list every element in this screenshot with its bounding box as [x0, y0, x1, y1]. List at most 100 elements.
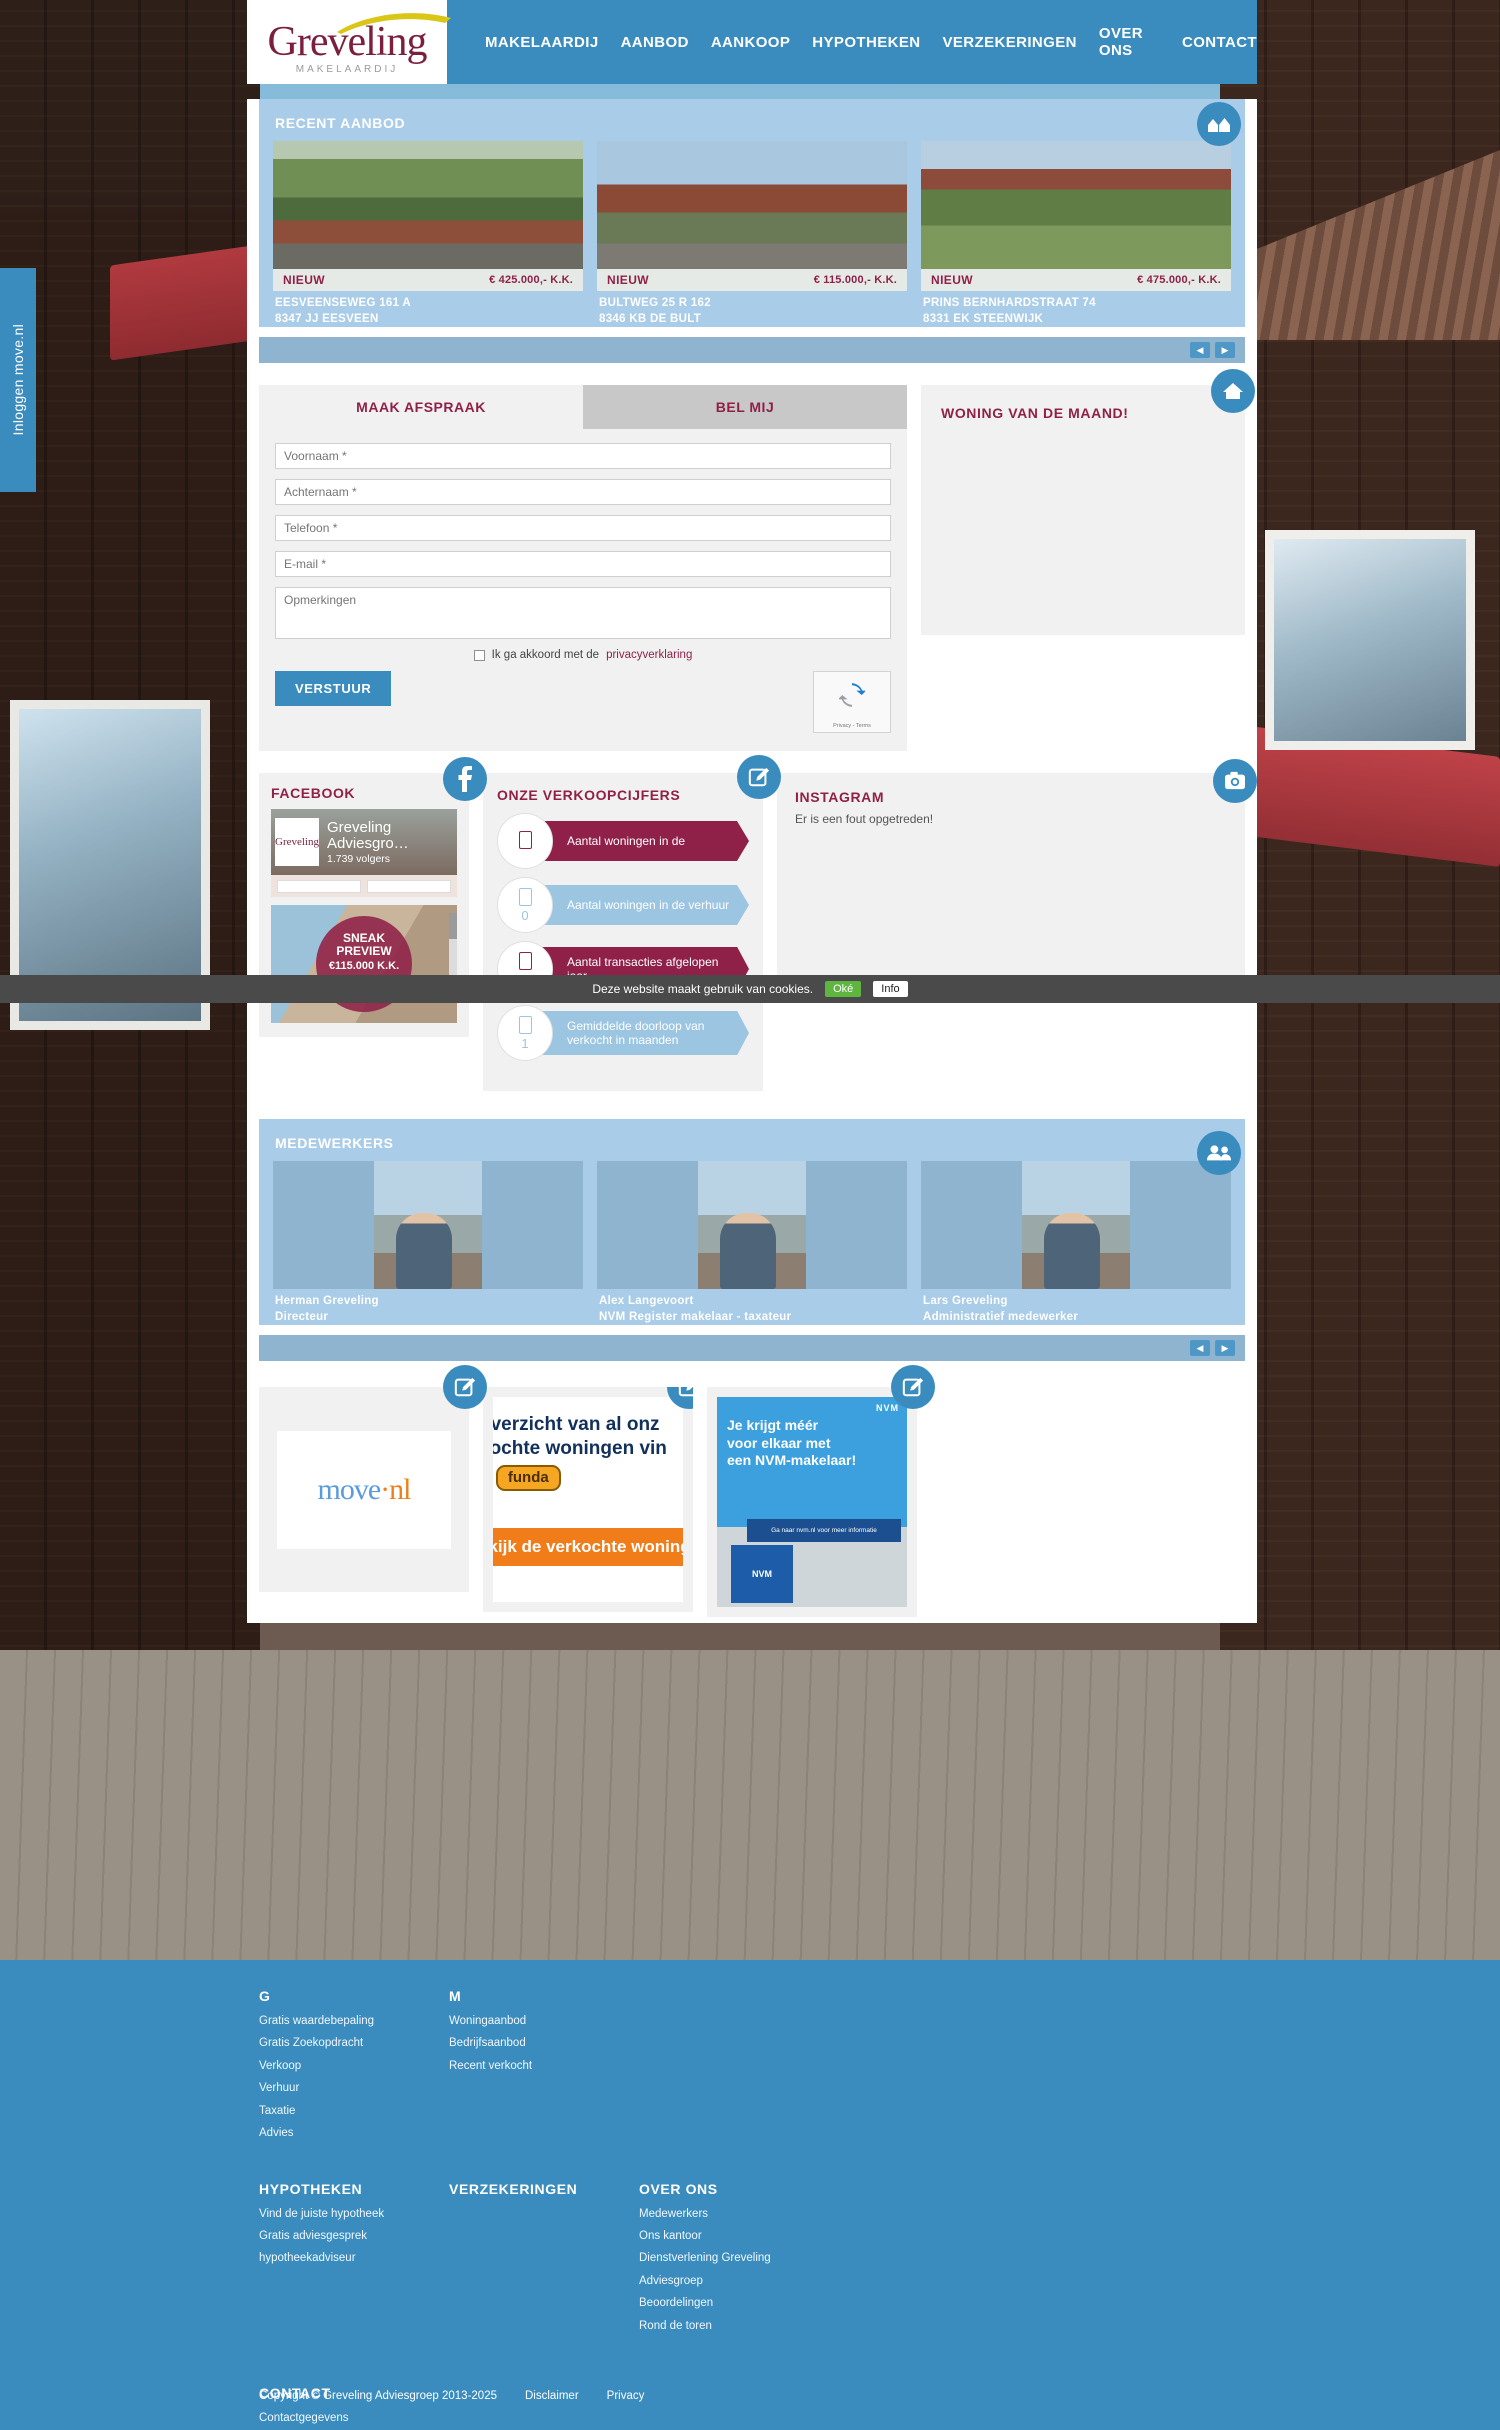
medewerkers-prev-button[interactable]: ◀ — [1190, 1340, 1210, 1357]
pencil-edit-icon-badge-cijfers[interactable] — [737, 755, 781, 800]
verstuur-submit-button[interactable]: VERSTUUR — [275, 671, 392, 707]
medewerkers-carousel-controls: ◀ ▶ — [259, 1335, 1245, 1362]
listing-card[interactable]: NIEUW € 115.000,- K.K. BULTWEG 25 R 162 … — [597, 141, 907, 327]
facebook-page-header[interactable]: Greveling Greveling Adviesgro… 1.739 vol… — [271, 809, 457, 876]
site-footer: G Gratis waardebepaling Gratis Zoekopdra… — [0, 1960, 1500, 2430]
employee-card[interactable]: Alex Langevoort NVM Register makelaar - … — [597, 1161, 907, 1325]
footer-link[interactable]: Contactgegevens — [259, 2407, 1245, 2429]
voornaam-input[interactable] — [275, 443, 891, 470]
footer-link[interactable]: Medewerkers — [639, 2203, 889, 2225]
employee-photo — [597, 1161, 907, 1290]
tab-bel-mij[interactable]: BEL MIJ — [583, 385, 907, 430]
footer-link[interactable]: Rond de toren — [639, 2315, 889, 2337]
medewerkers-section: MEDEWERKERS Herman Greveling Directeur A… — [259, 1119, 1245, 1326]
facebook-icon — [458, 766, 472, 793]
privacy-consent-label: Ik ga akkoord met de — [491, 649, 600, 662]
nvm-yard-sign: NVM — [731, 1545, 793, 1604]
footer-link[interactable]: Gratis Zoekopdracht — [259, 2032, 449, 2054]
medewerkers-next-button[interactable]: ▶ — [1215, 1340, 1235, 1357]
facebook-icon-badge[interactable] — [443, 757, 487, 802]
employee-card[interactable]: Herman Greveling Directeur — [273, 1161, 583, 1325]
pencil-edit-icon-badge-nvm[interactable] — [891, 1365, 935, 1410]
recaptcha-footer: Privacy - Terms — [833, 723, 871, 730]
home-icon-badge-woning[interactable] — [1211, 369, 1255, 414]
footer-column-verzekeringen: VERZEKERINGEN — [449, 2181, 639, 2338]
users-icon — [1206, 1145, 1232, 1161]
nav-item-over-ons[interactable]: OVER ONS — [1099, 25, 1160, 59]
cookie-accept-button[interactable]: Oké — [825, 981, 862, 997]
footer-link[interactable]: Verhuur — [259, 2077, 449, 2099]
opmerkingen-textarea[interactable] — [275, 587, 891, 640]
promo-nvm[interactable]: NVM Je krijgt méér voor elkaar met een N… — [707, 1365, 935, 1618]
stat-label: Aantal woningen in de — [541, 821, 749, 861]
users-icon-badge[interactable] — [1197, 1131, 1241, 1176]
stat-label: Aantal woningen in de verhuur — [541, 885, 749, 925]
nav-item-hypotheken[interactable]: HYPOTHEKEN — [812, 34, 920, 51]
login-move-nl-tab[interactable]: Inloggen move.nl — [0, 268, 36, 492]
listing-city: 8331 EK STEENWIJK — [923, 312, 1044, 325]
footer-link[interactable]: Taxatie — [259, 2100, 449, 2122]
disclaimer-link[interactable]: Disclaimer — [525, 2390, 579, 2402]
logo-tagline: MAKELAARDIJ — [295, 64, 399, 75]
email-input[interactable] — [275, 551, 891, 578]
facebook-post[interactable]: SNEAK PREVIEW €115.000 K.K. Bultweg 25 R… — [271, 905, 457, 1024]
achternaam-input[interactable] — [275, 479, 891, 506]
nvm-cta-text[interactable]: Ga naar nvm.nl voor meer informatie — [747, 1519, 901, 1543]
sneak-preview-line1: SNEAK — [342, 931, 385, 946]
funda-line-2: kochte woningen vin — [493, 1437, 667, 1459]
home-icon-badge-recent[interactable] — [1197, 102, 1241, 146]
employee-role: NVM Register makelaar - taxateur — [599, 1310, 792, 1323]
listing-city: 8346 KB DE BULT — [599, 312, 702, 325]
stat-row: Aantal woningen in de — [497, 813, 749, 870]
listing-card[interactable]: NIEUW € 425.000,- K.K. EESVEENSEWEG 161 … — [273, 141, 583, 327]
site-logo[interactable]: Greveling MAKELAARDIJ — [247, 0, 451, 84]
footer-link[interactable]: Gratis waardebepaling — [259, 2010, 449, 2032]
footer-link[interactable]: Gratis adviesgesprek — [259, 2225, 449, 2247]
footer-link[interactable]: Advies — [259, 2122, 449, 2144]
recent-listings-carousel-controls: ◀ ▶ — [259, 337, 1245, 364]
nav-item-contact[interactable]: CONTACT — [1182, 34, 1257, 51]
footer-link[interactable]: hypotheekadviseur — [259, 2247, 449, 2269]
privacy-link[interactable]: Privacy — [607, 2390, 645, 2402]
carousel-prev-button[interactable]: ◀ — [1190, 342, 1210, 359]
footer-link[interactable]: Bedrijfsaanbod — [449, 2032, 639, 2054]
facebook-like-button[interactable] — [277, 879, 361, 893]
privacy-consent-checkbox[interactable] — [473, 649, 485, 661]
nav-item-aankoop[interactable]: AANKOOP — [711, 34, 790, 51]
footer-link[interactable]: Beoordelingen — [639, 2292, 889, 2314]
nav-item-aanbod[interactable]: AANBOD — [621, 34, 689, 51]
footer-heading: M — [449, 1988, 462, 2004]
footer-link[interactable]: Recent verkocht — [449, 2055, 639, 2077]
carousel-next-button[interactable]: ▶ — [1215, 342, 1235, 359]
nav-item-verzekeringen[interactable]: VERZEKERINGEN — [942, 34, 1076, 51]
house-outline-icon — [518, 1015, 532, 1034]
cookie-info-button[interactable]: Info — [873, 981, 908, 997]
privacyverklaring-link[interactable]: privacyverklaring — [606, 649, 692, 661]
nav-item-makelaardij[interactable]: MAKELAARDIJ — [485, 34, 599, 51]
footer-column-over-ons: OVER ONS Medewerkers Ons kantoor Dienstv… — [639, 2181, 889, 2338]
pencil-edit-icon — [454, 1377, 476, 1397]
footer-link[interactable]: Vind de juiste hypotheek — [259, 2203, 449, 2225]
pencil-edit-icon — [678, 1387, 693, 1397]
footer-link[interactable]: Woningaanbod — [449, 2010, 639, 2032]
listing-street: BULTWEG 25 R 162 — [599, 297, 711, 309]
footer-link[interactable]: Dienstverlening Greveling — [639, 2247, 889, 2269]
contact-and-featured-row: MAAK AFSPRAAK BEL MIJ Ik ga akkoord met … — [259, 369, 1255, 752]
tab-maak-afspraak[interactable]: MAAK AFSPRAAK — [259, 385, 583, 430]
social-and-stats-row: FACEBOOK Greveling Greveling Adviesgro… … — [259, 755, 1257, 1092]
footer-link[interactable]: Verkoop — [259, 2055, 449, 2077]
funda-cta-button[interactable]: ekijk de verkochte woninge — [493, 1528, 683, 1567]
facebook-share-button[interactable] — [367, 879, 451, 893]
instagram-icon-badge[interactable] — [1213, 759, 1257, 804]
nvm-line-1: Je krijgt méér — [727, 1417, 819, 1434]
promo-funda[interactable]: overzicht van al onz kochte woningen vin… — [483, 1387, 693, 1613]
recaptcha-widget[interactable]: Privacy - Terms — [813, 671, 891, 734]
footer-link[interactable]: Adviesgroep — [639, 2270, 889, 2292]
listing-card[interactable]: NIEUW € 475.000,- K.K. PRINS BERNHARDSTR… — [921, 141, 1231, 327]
pencil-edit-icon-badge-move[interactable] — [443, 1365, 487, 1410]
employee-card[interactable]: Lars Greveling Administratief medewerker — [921, 1161, 1231, 1325]
pencil-edit-icon — [902, 1377, 924, 1397]
promo-move-nl[interactable]: move·nl — [259, 1365, 487, 1593]
telefoon-input[interactable] — [275, 515, 891, 542]
footer-link[interactable]: Ons kantoor — [639, 2225, 889, 2247]
